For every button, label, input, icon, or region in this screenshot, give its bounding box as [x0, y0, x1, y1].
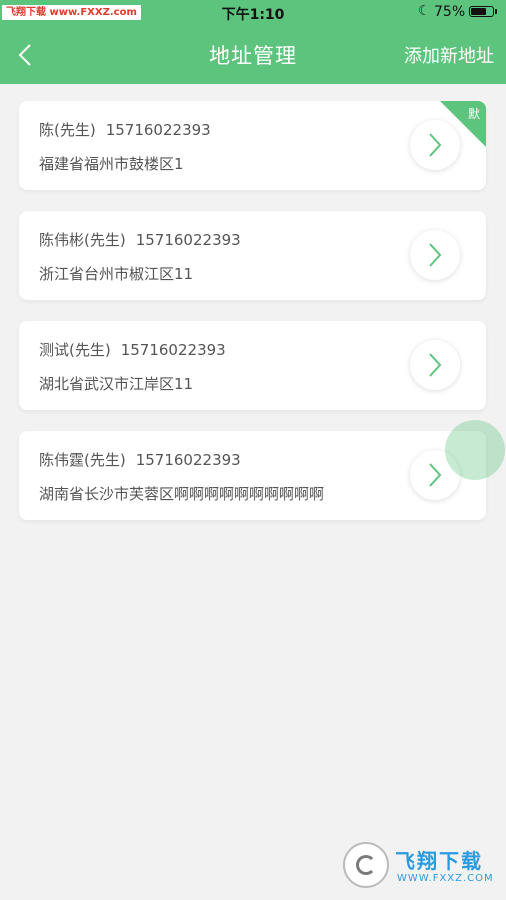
brand-logo-icon — [343, 842, 389, 888]
edit-address-button[interactable] — [410, 230, 460, 280]
contact-name: 陈(先生) — [39, 121, 96, 139]
contact-phone: 15716022393 — [135, 231, 241, 249]
status-bar: 飞翔下载 www.FXXZ.com 下午1:10 ☾ 75% — [0, 0, 506, 26]
address-card[interactable]: 陈伟霆(先生) 15716022393 湖南省长沙市芙蓉区啊啊啊啊啊啊啊啊啊啊 — [19, 431, 486, 520]
brand-title: 飞翔下载 — [395, 849, 483, 873]
contact-name: 陈伟霆(先生) — [39, 451, 126, 469]
battery-percent: 75% — [434, 4, 466, 20]
contact-phone: 15716022393 — [120, 341, 226, 359]
address-text: 福建省福州市鼓楼区1 — [39, 155, 184, 173]
add-address-button[interactable]: 添加新地址 — [404, 42, 494, 68]
battery-icon — [469, 6, 494, 17]
contact-name: 陈伟彬(先生) — [39, 231, 126, 249]
brand-watermark: 飞翔下载 WWW.FXXZ.COM — [343, 842, 499, 890]
contact-line: 测试(先生) 15716022393 — [39, 339, 226, 360]
chevron-right-icon — [429, 243, 442, 267]
address-card[interactable]: 测试(先生) 15716022393 湖北省武汉市江岸区11 — [19, 321, 486, 410]
contact-name: 测试(先生) — [39, 341, 111, 359]
contact-phone: 15716022393 — [105, 121, 211, 139]
contact-line: 陈(先生) 15716022393 — [39, 119, 211, 140]
battery-tip — [495, 9, 497, 14]
chevron-right-icon — [429, 353, 442, 377]
contact-phone: 15716022393 — [135, 451, 241, 469]
contact-line: 陈伟霆(先生) 15716022393 — [39, 449, 241, 470]
address-card[interactable]: 陈(先生) 15716022393 福建省福州市鼓楼区1 默 — [19, 101, 486, 190]
address-text: 湖北省武汉市江岸区11 — [39, 375, 194, 393]
edit-address-button[interactable] — [410, 340, 460, 390]
brand-url: WWW.FXXZ.COM — [397, 873, 494, 884]
address-text: 浙江省台州市椒江区11 — [39, 265, 194, 283]
nav-bar: 地址管理 添加新地址 — [0, 26, 506, 84]
battery-fill — [471, 8, 486, 15]
address-card[interactable]: 陈伟彬(先生) 15716022393 浙江省台州市椒江区11 — [19, 211, 486, 300]
touch-indicator — [445, 420, 505, 480]
contact-line: 陈伟彬(先生) 15716022393 — [39, 229, 241, 250]
default-badge: 默 — [467, 107, 480, 121]
moon-icon: ☾ — [418, 3, 431, 19]
address-text: 湖南省长沙市芙蓉区啊啊啊啊啊啊啊啊啊啊 — [39, 485, 325, 503]
